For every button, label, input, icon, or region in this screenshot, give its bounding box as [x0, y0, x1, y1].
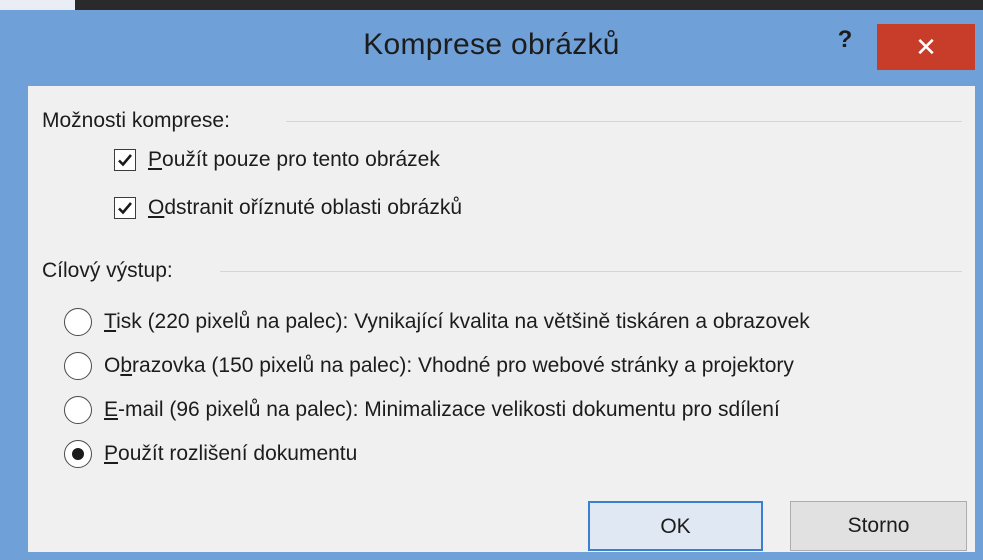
dialog-content: Možnosti komprese: Použít pouze pro tent… [28, 86, 975, 552]
close-icon: ✕ [915, 32, 937, 62]
radio-label: Obrazovka (150 pixelů na palec): Vhodné … [104, 354, 794, 377]
checkmark-icon [118, 154, 132, 167]
radio-label: Tisk (220 pixelů na palec): Vynikající k… [104, 310, 810, 333]
checkbox-label: Použít pouze pro tento obrázek [148, 148, 440, 171]
checkbox-label: Odstranit oříznuté oblasti obrázků [148, 196, 463, 219]
radio-label: E-mail (96 pixelů na palec): Minimalizac… [104, 398, 780, 421]
radio-print[interactable]: Tisk (220 pixelů na palec): Vynikající k… [64, 308, 810, 336]
help-button[interactable]: ? [820, 20, 870, 60]
checkmark-icon [118, 202, 132, 215]
background-window-edge [0, 0, 75, 10]
group-divider [220, 271, 962, 272]
ok-button[interactable]: OK [588, 501, 763, 551]
group-divider [286, 121, 962, 122]
radio-circle[interactable] [64, 308, 92, 336]
background-strip [0, 0, 983, 10]
radio-circle[interactable] [64, 440, 92, 468]
checkbox-box[interactable] [114, 197, 136, 219]
radio-use-document-resolution[interactable]: Použít rozlišení dokumentu [64, 440, 357, 468]
radio-circle[interactable] [64, 352, 92, 380]
close-button[interactable]: ✕ [877, 24, 975, 70]
compress-pictures-dialog: Komprese obrázků ? ✕ Možnosti komprese: … [0, 10, 983, 560]
radio-selected-dot [72, 448, 84, 460]
checkbox-apply-only-this-picture[interactable]: Použít pouze pro tento obrázek [114, 148, 440, 172]
radio-label: Použít rozlišení dokumentu [104, 442, 358, 465]
radio-email[interactable]: E-mail (96 pixelů na palec): Minimalizac… [64, 396, 780, 424]
checkbox-box[interactable] [114, 149, 136, 171]
target-output-label: Cílový výstup: [42, 259, 173, 282]
compression-options-label: Možnosti komprese: [42, 109, 230, 132]
cancel-button[interactable]: Storno [790, 501, 967, 551]
radio-circle[interactable] [64, 396, 92, 424]
checkbox-delete-cropped-areas[interactable]: Odstranit oříznuté oblasti obrázků [114, 196, 462, 220]
title-bar[interactable]: Komprese obrázků ? ✕ [0, 10, 983, 86]
radio-screen[interactable]: Obrazovka (150 pixelů na palec): Vhodné … [64, 352, 794, 380]
